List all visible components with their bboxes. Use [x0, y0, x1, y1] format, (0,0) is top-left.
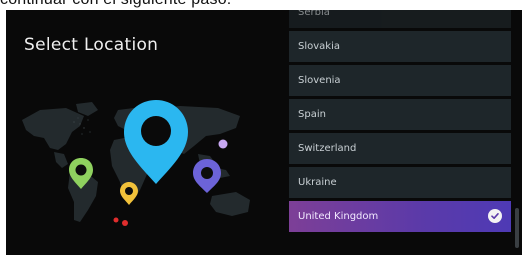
country-name: United Kingdom — [298, 211, 379, 222]
country-name: Serbia — [298, 10, 330, 18]
country-item-united-kingdom[interactable]: United Kingdom — [289, 201, 511, 232]
page-title: Select Location — [24, 35, 159, 55]
red-location-dot-icon — [113, 217, 119, 223]
country-list-panel: Serbia Slovakia Slovenia Spain Switzerla… — [285, 10, 522, 255]
country-item-slovakia[interactable]: Slovakia — [289, 31, 511, 62]
country-name: Slovenia — [298, 75, 341, 86]
purple-location-pin-icon — [193, 159, 221, 193]
select-location-screen: Select Location Serbia Slovakia Slovenia… — [6, 10, 522, 255]
world-map — [14, 98, 284, 255]
country-item-slovenia[interactable]: Slovenia — [289, 65, 511, 96]
scrollbar-thumb[interactable] — [515, 208, 519, 248]
country-item-switzerland[interactable]: Switzerland — [289, 133, 511, 164]
country-name: Slovakia — [298, 41, 340, 52]
country-name: Spain — [298, 109, 326, 120]
country-name: Ukraine — [298, 177, 337, 188]
page: continuar con el siguiente paso: Select … — [0, 0, 528, 255]
country-list-scrollbar[interactable] — [515, 10, 519, 255]
location-overview-panel: Select Location — [6, 10, 284, 255]
check-icon — [488, 209, 502, 223]
yellow-location-pin-icon — [120, 182, 138, 205]
country-item-spain[interactable]: Spain — [289, 99, 511, 130]
country-item-ukraine[interactable]: Ukraine — [289, 167, 511, 198]
country-item-serbia[interactable]: Serbia — [289, 10, 511, 28]
lavender-location-dot-icon — [218, 139, 228, 149]
country-name: Switzerland — [298, 143, 357, 154]
world-map-illustration — [22, 100, 250, 226]
caption-text: continuar con el siguiente paso: — [0, 0, 528, 10]
red-location-dot-icon — [122, 220, 128, 226]
